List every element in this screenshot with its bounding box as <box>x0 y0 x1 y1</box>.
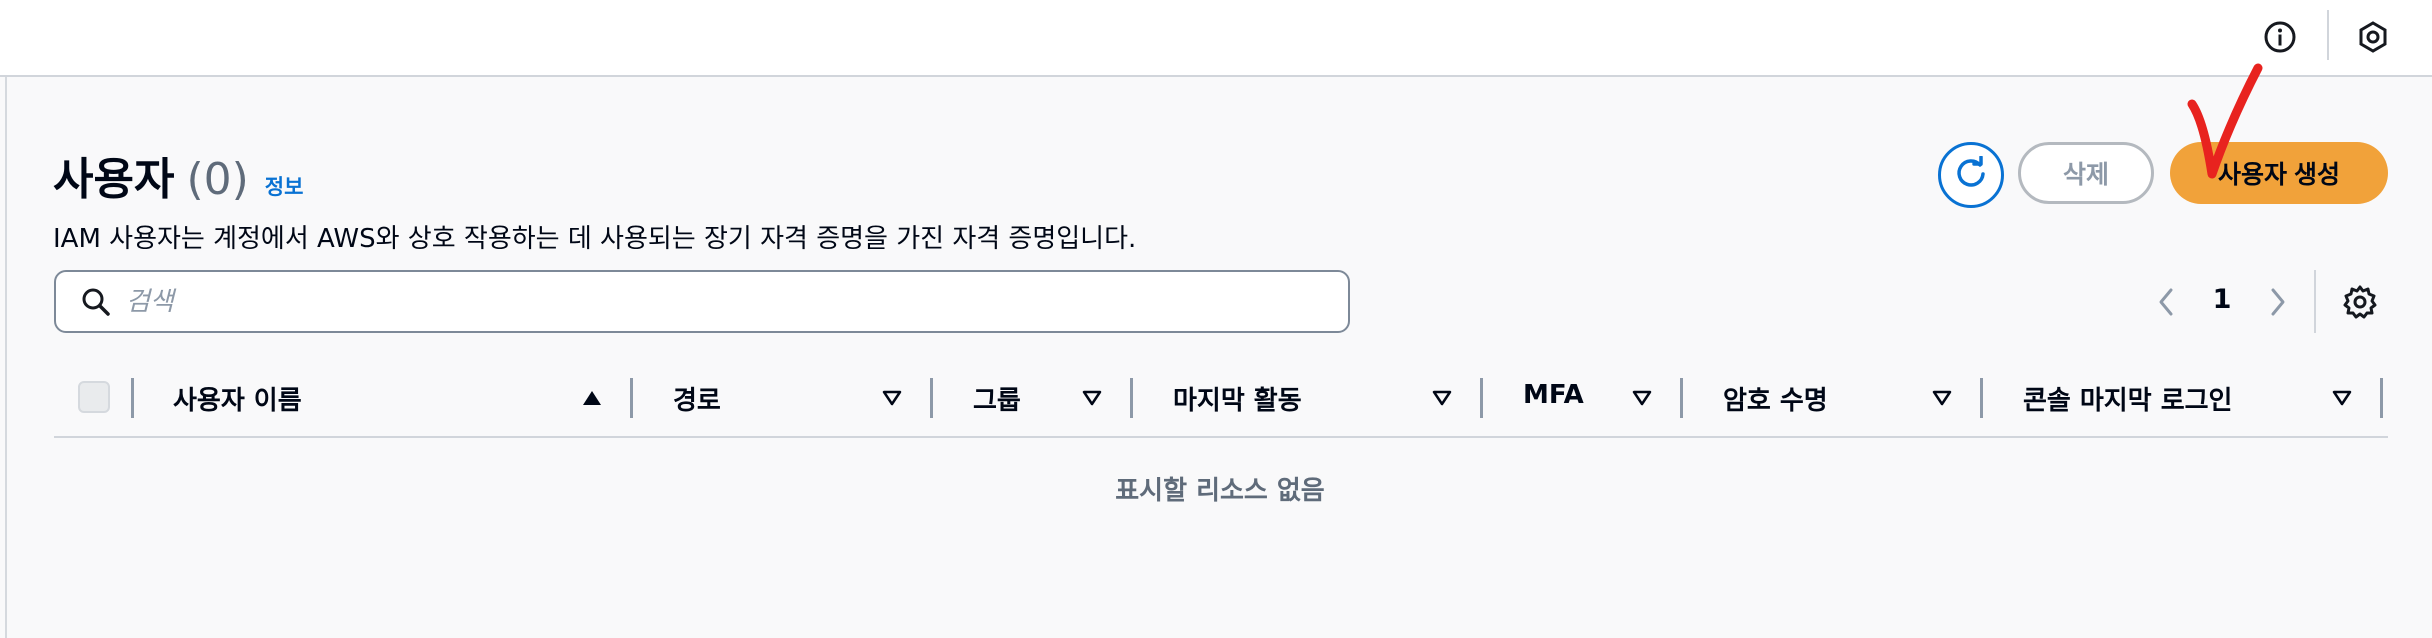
sort-icon[interactable] <box>1928 384 1956 412</box>
page-title: 사용자 (0) 정보 <box>53 143 304 205</box>
column-header-groups[interactable]: 그룹 <box>973 380 1021 417</box>
column-separator <box>2380 378 2383 418</box>
previous-page-button[interactable] <box>2150 282 2182 322</box>
chevron-right-icon <box>2271 288 2285 316</box>
column-separator <box>1980 378 1983 418</box>
search-field[interactable] <box>54 270 1350 333</box>
settings-hex-icon[interactable] <box>2353 17 2393 57</box>
column-separator <box>1480 378 1483 418</box>
page-title-text: 사용자 <box>53 154 175 205</box>
column-header-console-last-sign-in[interactable]: 콘솔 마지막 로그인 <box>2023 380 2232 417</box>
top-navigation-bar <box>0 0 2432 77</box>
search-icon <box>80 286 112 318</box>
sort-icon[interactable] <box>878 384 906 412</box>
table-header-divider <box>54 436 2388 438</box>
column-header-password-age[interactable]: 암호 수명 <box>1723 380 1828 417</box>
column-separator <box>1130 378 1133 418</box>
pagination-divider <box>2314 270 2316 333</box>
users-table-header: 사용자 이름 경로 그룹 마지막 활동 MFA 암호 수명 콘솔 마지막 로그인 <box>54 370 2388 436</box>
sort-icon[interactable] <box>1628 384 1656 412</box>
column-separator <box>1680 378 1683 418</box>
sort-icon[interactable] <box>1078 384 1106 412</box>
refresh-icon <box>1953 154 1989 195</box>
column-header-last-activity[interactable]: 마지막 활동 <box>1173 380 1302 417</box>
column-header-username[interactable]: 사용자 이름 <box>173 380 302 417</box>
search-input[interactable] <box>126 286 1326 317</box>
info-circle-icon[interactable] <box>2260 17 2300 57</box>
page-description: IAM 사용자는 계정에서 AWS와 상호 작용하는 데 사용되는 장기 자격 … <box>53 224 1137 254</box>
sort-ascending-icon[interactable] <box>578 384 606 412</box>
topbar-divider <box>2327 10 2329 60</box>
column-header-path[interactable]: 경로 <box>673 380 721 417</box>
user-count: (0) <box>186 154 249 205</box>
column-header-mfa[interactable]: MFA <box>1523 380 1584 410</box>
select-all-checkbox[interactable] <box>78 381 110 413</box>
refresh-button[interactable] <box>1938 142 2004 208</box>
empty-table-message: 표시할 리소스 없음 <box>1115 476 1325 506</box>
side-panel-edge <box>5 77 7 638</box>
chevron-left-icon <box>2159 288 2173 316</box>
create-user-button[interactable]: 사용자 생성 <box>2170 142 2388 204</box>
column-separator <box>630 378 633 418</box>
info-link[interactable]: 정보 <box>265 171 304 201</box>
delete-button[interactable]: 삭제 <box>2018 142 2154 204</box>
table-preferences-button[interactable] <box>2340 282 2380 322</box>
sort-icon[interactable] <box>2328 384 2356 412</box>
current-page-number[interactable]: 1 <box>2206 284 2238 320</box>
next-page-button[interactable] <box>2262 282 2294 322</box>
column-separator <box>930 378 933 418</box>
sort-icon[interactable] <box>1428 384 1456 412</box>
column-separator <box>131 378 134 418</box>
gear-icon <box>2343 285 2377 319</box>
